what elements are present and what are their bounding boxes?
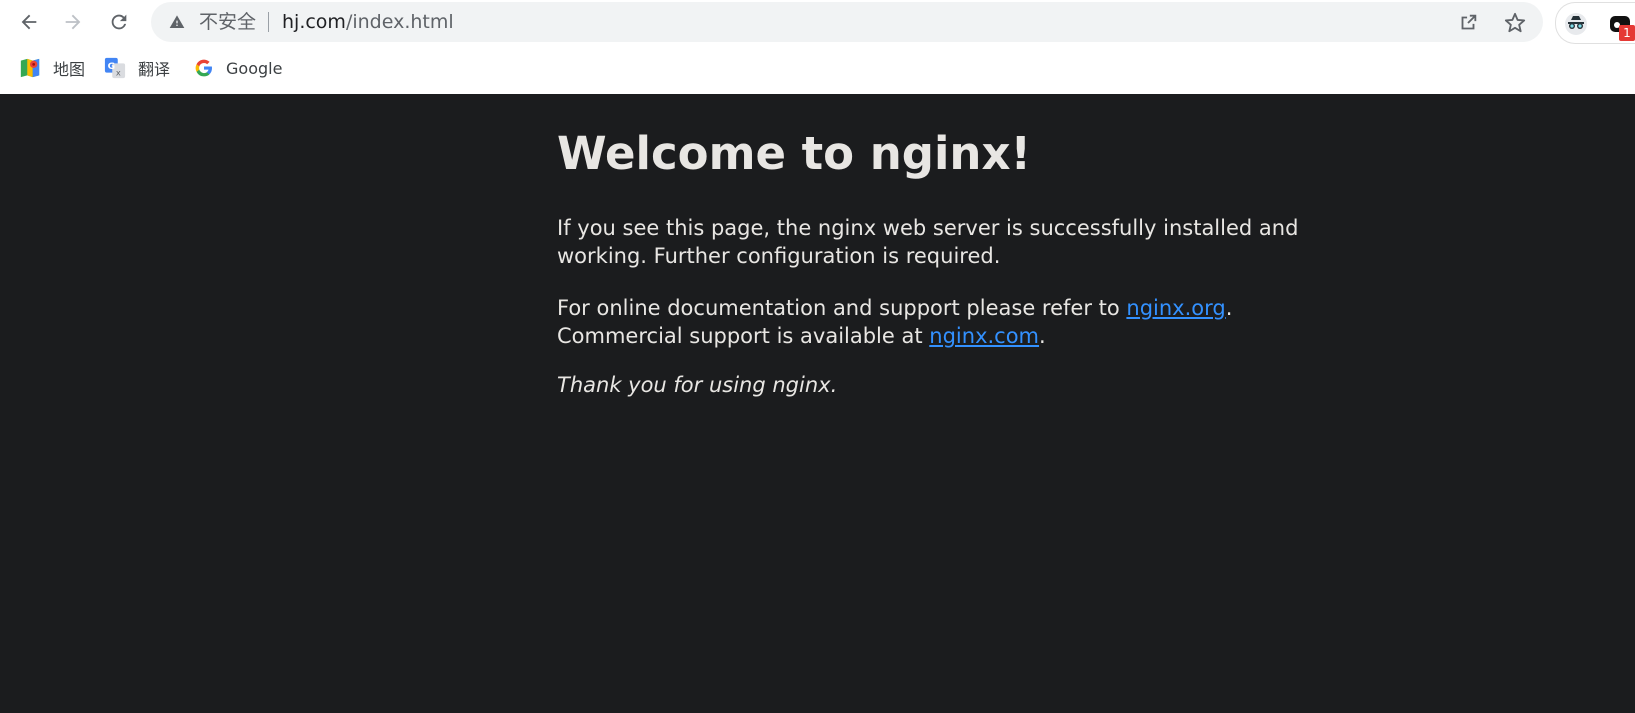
support-text-1: For online documentation and support ple… <box>557 296 1127 320</box>
spy-extension-icon[interactable] <box>1564 12 1588 36</box>
google-icon <box>195 59 212 77</box>
intro-paragraph: If you see this page, the nginx web serv… <box>557 216 1299 268</box>
maps-icon <box>20 58 40 78</box>
browser-chrome: 不安全 hj.com/index.html 1 地图 G x 翻译 Google <box>0 0 1635 94</box>
share-icon[interactable] <box>1457 12 1479 34</box>
warning-triangle-icon[interactable] <box>169 14 185 30</box>
bookmark-maps[interactable]: 地图 <box>19 54 85 82</box>
extension-badge: 1 <box>1619 25 1635 41</box>
url-host: hj.com <box>282 11 346 33</box>
nginx-com-link[interactable]: nginx.com <box>929 324 1039 348</box>
svg-text:G: G <box>108 61 116 72</box>
support-text-4: . <box>1039 324 1046 348</box>
forward-button[interactable] <box>57 6 89 38</box>
bookmark-label: 地图 <box>53 60 86 79</box>
forward-arrow-icon <box>65 14 81 30</box>
translate-icon: G x <box>104 57 126 79</box>
url-text[interactable]: hj.com/index.html <box>282 11 454 33</box>
support-paragraph: For online documentation and support ple… <box>557 294 1317 350</box>
page-content: Welcome to nginx! If you see this page, … <box>0 94 1635 713</box>
support-text-2: . <box>1225 296 1233 320</box>
address-bar[interactable]: 不安全 hj.com/index.html <box>151 2 1543 42</box>
bookmarks-bar: 地图 G x 翻译 Google <box>0 48 1635 88</box>
security-status-label[interactable]: 不安全 <box>199 11 256 33</box>
reload-button[interactable] <box>103 6 135 38</box>
bookmark-label: 翻译 <box>138 60 171 79</box>
back-arrow-icon <box>21 14 37 30</box>
nginx-org-link[interactable]: nginx.org <box>1126 296 1225 320</box>
url-path: /index.html <box>345 11 454 33</box>
page-title: Welcome to nginx! <box>557 127 1031 180</box>
bookmark-label: Google <box>226 58 283 78</box>
bookmark-star-icon[interactable] <box>1504 12 1526 34</box>
reload-icon <box>111 14 127 30</box>
bookmark-translate[interactable]: G x 翻译 <box>104 54 170 82</box>
back-button[interactable] <box>13 6 45 38</box>
thank-you-text: Thank you for using nginx. <box>557 373 838 397</box>
browser-toolbar: 不安全 hj.com/index.html 1 <box>0 0 1635 44</box>
support-text-3: Commercial support is available at <box>557 324 930 348</box>
bookmark-google[interactable]: Google <box>194 54 282 82</box>
address-bar-divider <box>268 12 269 32</box>
svg-text:x: x <box>116 67 121 77</box>
